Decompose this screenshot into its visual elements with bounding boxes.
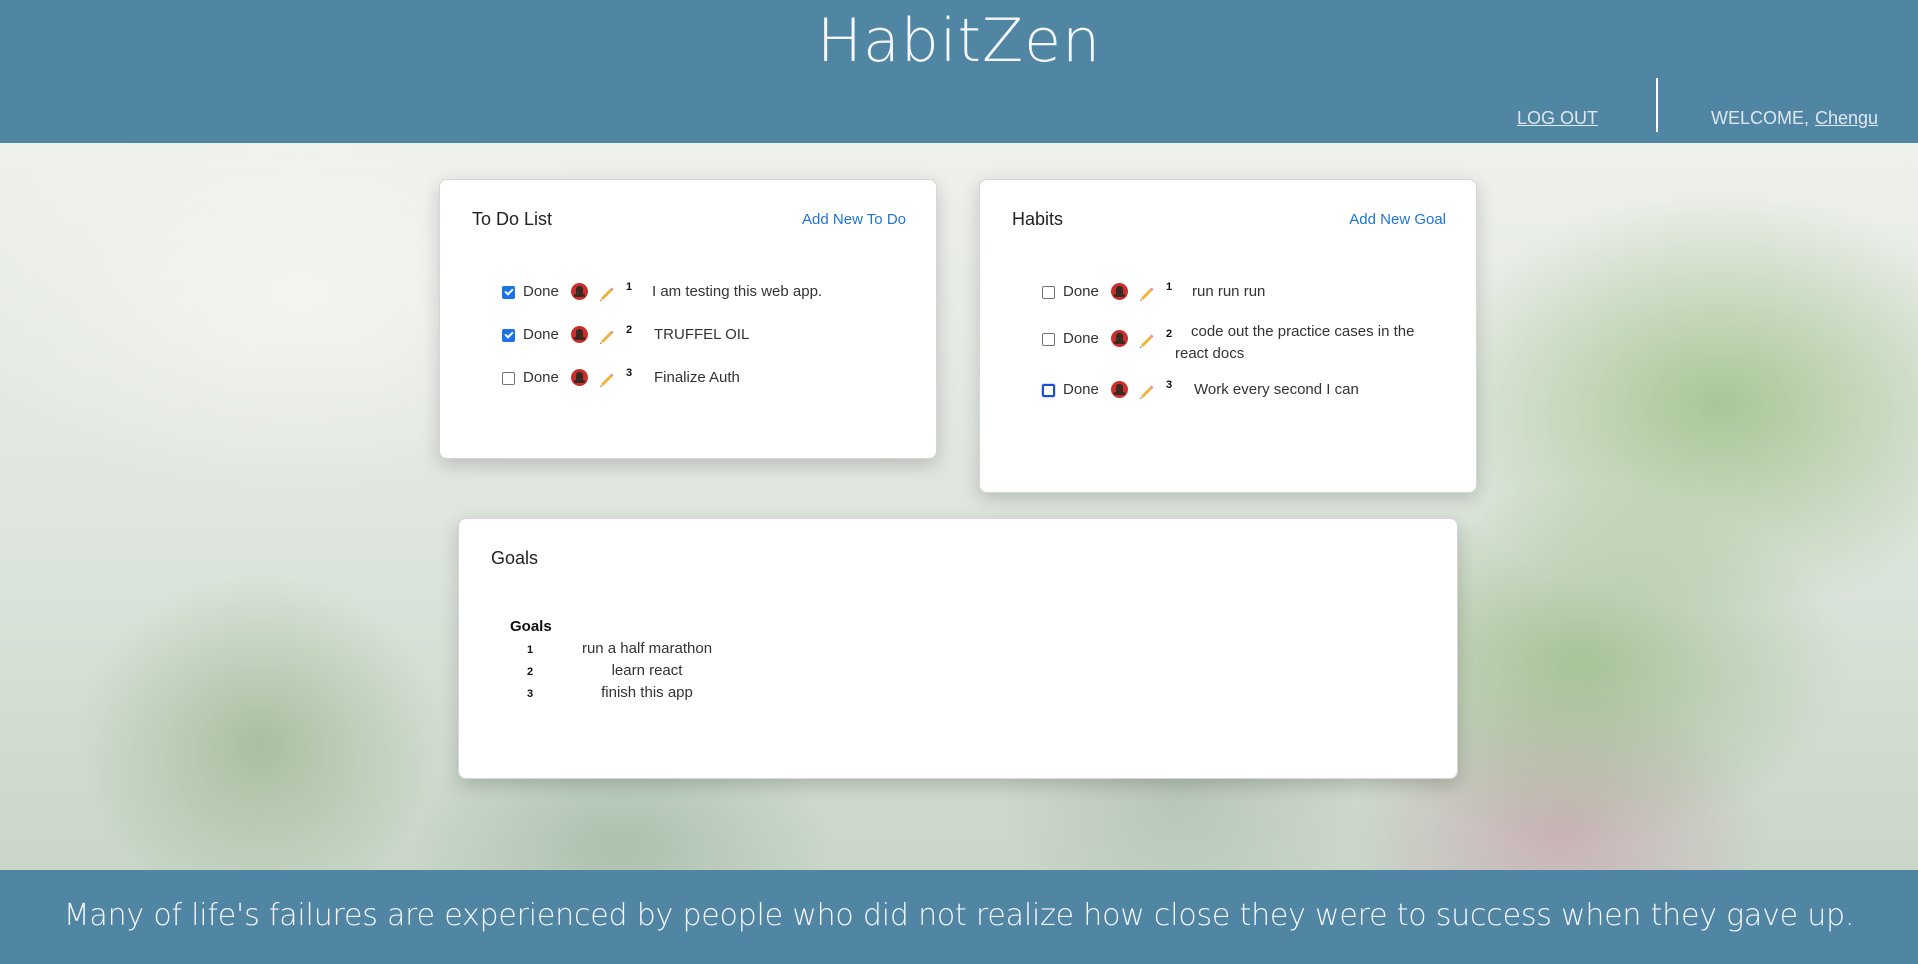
done-label: Done [1063,283,1099,300]
pencil-icon[interactable] [598,371,616,389]
header: HabitZen LOG OUT WELCOME, Chengu [0,0,1918,143]
done-label: Done [523,283,559,300]
goal-text: learn react [611,662,683,679]
pencil-icon[interactable] [598,328,616,346]
todo-row: Done 3 Finalize Auth [502,367,740,389]
goal-number: 3 [526,688,534,700]
todo-checkbox[interactable] [502,329,515,342]
item-number: 2 [1166,328,1173,340]
habit-text: run run run [1192,283,1266,300]
done-label: Done [1063,381,1099,398]
habit-row: Done 1 run run run [1042,281,1266,303]
todo-text: Finalize Auth [654,369,740,386]
todo-checkbox[interactable] [502,286,515,299]
goal-text: run a half marathon [581,640,713,657]
habit-row: Done 2 code out the practice cases in th… [1042,321,1445,365]
delete-icon[interactable] [1111,381,1128,398]
habit-text: Work every second I can [1194,381,1359,398]
delete-icon[interactable] [571,369,588,386]
habit-checkbox[interactable] [1042,384,1055,397]
goal-text: finish this app [601,684,693,701]
item-number: 1 [1166,281,1173,293]
todo-checkbox[interactable] [502,372,515,385]
footer: Many of life's failures are experienced … [0,870,1918,964]
delete-icon[interactable] [1111,330,1128,347]
pencil-icon[interactable] [598,285,616,303]
done-label: Done [1063,330,1099,347]
habits-card: Habits Add New Goal Done 1 run run run D… [979,179,1477,493]
item-number: 3 [1166,379,1173,391]
habit-checkbox[interactable] [1042,286,1055,299]
nav-divider [1656,78,1658,132]
goals-card: Goals Goals 1 run a half marathon 2 lear… [458,518,1458,779]
item-number: 1 [626,281,633,293]
goals-column-header: Goals [510,618,552,635]
todo-row: Done 2 TRUFFEL OIL [502,324,750,346]
pencil-icon[interactable] [1138,285,1156,303]
logout-link[interactable]: LOG OUT [1517,108,1598,129]
todo-title: To Do List [472,209,553,229]
delete-icon[interactable] [571,326,588,343]
goal-number: 1 [526,644,534,656]
done-label: Done [523,369,559,386]
footer-quote: Many of life's failures are experienced … [63,898,1855,933]
habits-title: Habits [1012,209,1064,229]
goal-number: 2 [526,666,534,678]
done-label: Done [523,326,559,343]
pencil-icon[interactable] [1138,332,1156,350]
add-goal-button[interactable]: Add New Goal [1349,211,1446,228]
item-number: 3 [626,367,633,379]
todo-card: To Do List Add New To Do Done 1 I am tes… [439,179,937,459]
pencil-icon[interactable] [1138,383,1156,401]
goals-title: Goals [491,548,539,568]
habit-row: Done 3 Work every second I can [1042,379,1359,401]
todo-text: TRUFFEL OIL [654,326,750,343]
welcome-label: WELCOME, [1711,108,1810,128]
todo-row: Done 1 I am testing this web app. [502,281,823,303]
habit-checkbox[interactable] [1042,333,1055,346]
add-todo-button[interactable]: Add New To Do [802,211,906,228]
delete-icon[interactable] [1111,283,1128,300]
app-title: HabitZen [816,6,1102,76]
username-link[interactable]: Chengu [1815,108,1878,129]
delete-icon[interactable] [571,283,588,300]
habit-text: code out the practice cases in the react… [1175,323,1415,362]
todo-text: I am testing this web app. [652,283,823,300]
item-number: 2 [626,324,633,336]
